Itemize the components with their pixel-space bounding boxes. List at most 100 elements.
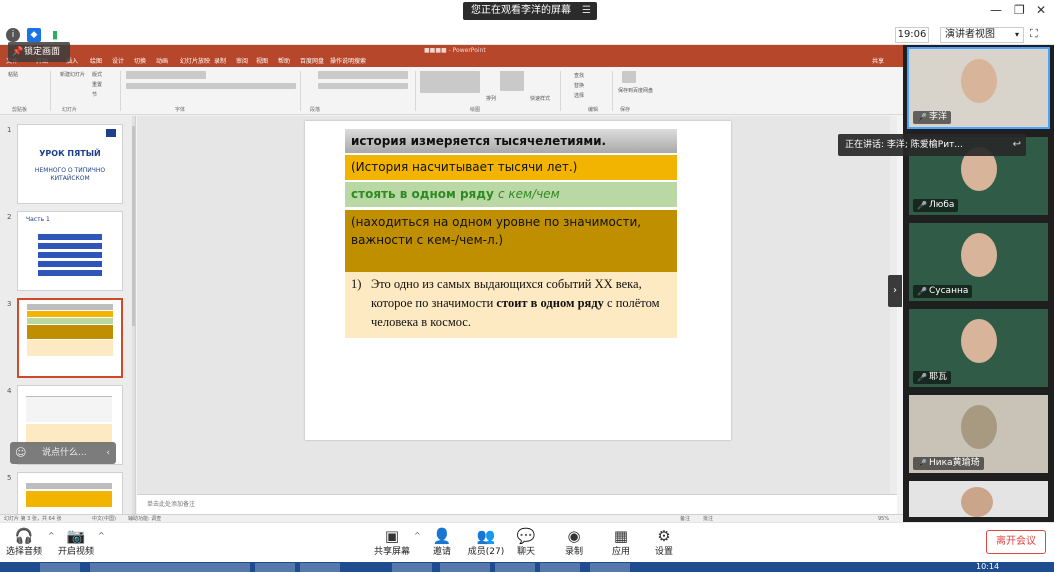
ribbon-command-1[interactable]: 新建幻灯片: [60, 71, 85, 78]
ribbon-command-4[interactable]: 节: [92, 91, 97, 98]
thumb-line: [38, 270, 102, 276]
ribbon-group-0: 剪贴板: [12, 107, 28, 113]
mic-muted-icon: 🎤: [917, 113, 927, 122]
collapse-panel-icon[interactable]: ›: [888, 275, 902, 307]
return-icon[interactable]: ↩: [1013, 134, 1021, 156]
video-caret-icon[interactable]: ^: [98, 531, 105, 540]
thumbnail-number: 5: [7, 474, 12, 482]
taskbar-app-6[interactable]: [495, 563, 535, 572]
ribbon-command-3[interactable]: 重置: [92, 81, 102, 88]
ribbon-command-5[interactable]: 排列: [486, 95, 496, 102]
record-button[interactable]: ◉ 录制: [550, 526, 598, 562]
ribbon-command-10[interactable]: 保存到百度网盘: [618, 87, 653, 94]
notes-pane[interactable]: 单击此处添加备注: [137, 494, 897, 514]
chat-input[interactable]: ☺ 说点什么... ‹: [10, 442, 116, 464]
share-screen-button[interactable]: ▣ 共享屏幕: [368, 526, 416, 562]
restore-icon[interactable]: ❐: [1014, 3, 1025, 17]
video-tile-more[interactable]: [909, 481, 1048, 517]
ribbon-separator: [560, 71, 561, 111]
video-label: 开启视频: [57, 547, 94, 557]
ribbon-tab-4[interactable]: 设计: [112, 56, 124, 67]
viewing-banner-text: 您正在观看李洋的屏幕: [471, 5, 571, 16]
slide-thumbnail-3[interactable]: [17, 298, 123, 378]
minimize-icon[interactable]: —: [990, 3, 1002, 17]
thumbnail-scroll-knob[interactable]: [132, 126, 135, 326]
thumbnail-scrollbar[interactable]: [132, 116, 135, 514]
taskbar-app-4[interactable]: [392, 563, 432, 572]
shared-powerpoint: ■■■■ - PowerPoint 共享 文件开始插入绘图设计切换动画幻灯片放映…: [0, 45, 903, 522]
video-button[interactable]: 📷 开启视频: [52, 526, 100, 562]
smile-icon[interactable]: ☺: [15, 442, 26, 464]
ribbon-control[interactable]: [318, 71, 408, 79]
shield-icon[interactable]: ◆: [27, 28, 41, 42]
video-tile-2[interactable]: 🎤 Сусанна: [909, 223, 1048, 301]
slide-thumbnail-5[interactable]: [17, 472, 123, 514]
ribbon-tab-3[interactable]: 绘图: [90, 56, 102, 67]
apps-label: 应用: [611, 547, 630, 557]
slide-box-3[interactable]: стоять в одном ряду с кем/чем: [345, 182, 677, 207]
ribbon-tab-8[interactable]: 录制: [214, 56, 226, 67]
lock-screen-button[interactable]: 📌 锁定画面: [8, 42, 70, 62]
ribbon-tab-10[interactable]: 视图: [256, 56, 268, 67]
video-tile-3[interactable]: 🎤 耶瓦: [909, 309, 1048, 387]
video-tile-0[interactable]: 🎤 李洋: [909, 49, 1048, 127]
ppt-filename: ■■■■ - PowerPoint: [424, 47, 486, 54]
audio-button[interactable]: 🎧 选择音频: [0, 526, 48, 562]
slide-box-2[interactable]: (История насчитывает тысячи лет.): [345, 155, 677, 180]
ribbon-tab-12[interactable]: 百度网盘: [300, 56, 324, 67]
menu-icon: ☰: [582, 5, 591, 16]
presenter-view-button[interactable]: 演讲者视图 ▾: [940, 27, 1024, 43]
thumb-line: [27, 304, 113, 310]
taskbar-app-0[interactable]: [40, 563, 80, 572]
ribbon-tab-13[interactable]: 操作说明搜索: [330, 56, 366, 67]
viewing-banner[interactable]: 您正在观看李洋的屏幕 ☰: [463, 2, 597, 20]
slide-thumbnail-1[interactable]: УРОК ПЯТЫЙ НЕМНОГО О ТИПИЧНО КИТАЙСКОМ: [17, 124, 123, 204]
ribbon-command-0[interactable]: 粘贴: [8, 71, 18, 78]
ribbon-group-6: 保存: [620, 107, 631, 113]
ribbon-command-6[interactable]: 快速样式: [530, 95, 550, 102]
ribbon-tab-7[interactable]: 幻灯片放映: [180, 56, 210, 67]
taskbar-app-8[interactable]: [590, 563, 630, 572]
ribbon-control[interactable]: [420, 71, 480, 93]
meeting-top-bar: 您正在观看李洋的屏幕 ☰ — ❐ ✕: [0, 0, 1054, 25]
slide-box-4[interactable]: (находиться на одном уровне по значимост…: [345, 210, 677, 272]
settings-button[interactable]: ⚙ 设置: [640, 526, 688, 562]
ribbon-control[interactable]: [126, 71, 206, 79]
ribbon-command-8[interactable]: 替换: [574, 82, 584, 89]
ribbon-tab-9[interactable]: 审阅: [236, 56, 248, 67]
invite-button[interactable]: 👤 邀请: [418, 526, 466, 562]
ribbon-control[interactable]: [622, 71, 636, 83]
taskbar-app-3[interactable]: [300, 563, 340, 572]
notes-placeholder: 单击此处添加备注: [147, 501, 196, 508]
leave-meeting-button[interactable]: 离开会议: [986, 530, 1046, 554]
ribbon-tab-6[interactable]: 动画: [156, 56, 168, 67]
ribbon-control[interactable]: [126, 83, 296, 89]
taskbar-app-1[interactable]: [90, 563, 250, 572]
taskbar-app-5[interactable]: [440, 563, 490, 572]
video-tile-4[interactable]: 🎤 Ника黄瑜琦: [909, 395, 1048, 473]
taskbar-app-7[interactable]: [540, 563, 580, 572]
ribbon-tab-11[interactable]: 帮助: [278, 56, 290, 67]
current-slide[interactable]: история измеряется тысячелетиями. (Истор…: [305, 121, 731, 440]
info-icon[interactable]: i: [6, 28, 20, 42]
slide-box-1[interactable]: история измеряется тысячелетиями.: [345, 129, 677, 153]
ribbon-command-2[interactable]: 版式: [92, 71, 102, 78]
thumb-line: [26, 396, 112, 422]
share-link[interactable]: 共享: [872, 56, 884, 67]
close-icon[interactable]: ✕: [1036, 3, 1046, 17]
pin-icon: 📌: [12, 47, 24, 57]
ribbon-tab-5[interactable]: 切换: [134, 56, 146, 67]
fullscreen-icon[interactable]: ⛶: [1030, 27, 1038, 41]
ribbon-control[interactable]: [500, 71, 524, 91]
ribbon-command-7[interactable]: 查找: [574, 72, 584, 79]
ribbon-command-9[interactable]: 选择: [574, 92, 584, 99]
chevron-left-icon[interactable]: ‹: [106, 442, 110, 464]
apps-button[interactable]: ▦ 应用: [597, 526, 645, 562]
ribbon-control[interactable]: [318, 83, 408, 89]
chat-button[interactable]: 💬 聊天: [502, 526, 550, 562]
slide-thumbnail-2[interactable]: Часть 1: [17, 211, 123, 291]
taskbar-app-2[interactable]: [255, 563, 295, 572]
slide-box-5[interactable]: 1) Это одно из самых выдающихся событий …: [345, 272, 677, 338]
thumb-line: [26, 491, 112, 507]
participant-avatar: [961, 59, 997, 103]
